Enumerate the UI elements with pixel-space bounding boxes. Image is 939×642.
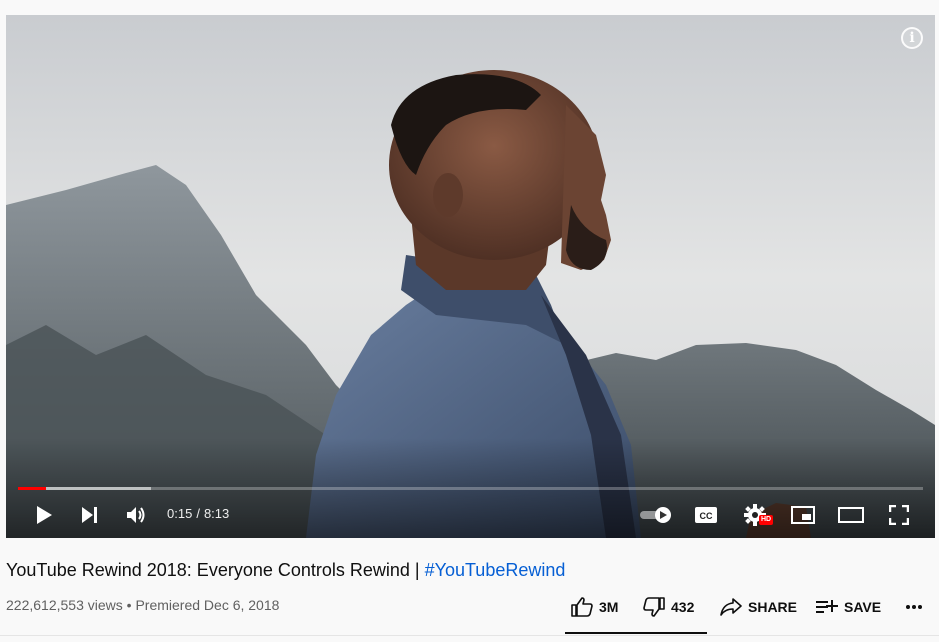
fullscreen-icon (889, 505, 909, 525)
current-time: 0:15 (167, 506, 193, 521)
save-button[interactable]: SAVE (816, 595, 881, 619)
meta-separator: • (126, 597, 132, 613)
video-meta: 222,612,553 views • Premiered Dec 6, 201… (6, 597, 279, 613)
share-button[interactable]: SHARE (720, 595, 797, 619)
thumbs-down-icon (643, 597, 665, 617)
next-icon (82, 507, 97, 523)
hashtag-link[interactable]: #YouTubeRewind (425, 560, 566, 580)
premiere-date: Premiered Dec 6, 2018 (135, 597, 280, 613)
time-separator: / (196, 506, 200, 521)
theater-mode-icon (838, 507, 864, 523)
dislike-count: 432 (671, 599, 695, 615)
sentiment-bar (565, 632, 707, 634)
more-horiz-icon (906, 605, 922, 609)
share-icon (720, 598, 742, 616)
play-icon (37, 506, 52, 524)
volume-icon (127, 507, 145, 523)
divider (0, 635, 939, 636)
play-button[interactable] (30, 500, 58, 530)
volume-button[interactable] (122, 500, 152, 530)
time-display: 0:15 / 8:13 (167, 506, 229, 521)
captions-icon: CC (695, 507, 717, 523)
progress-bar[interactable] (18, 487, 923, 490)
played-bar (18, 487, 47, 490)
captions-button[interactable]: CC (691, 500, 721, 530)
more-actions-button[interactable] (905, 595, 929, 619)
hd-badge: HD (759, 515, 774, 525)
svg-text:CC: CC (700, 511, 713, 521)
next-button[interactable] (76, 500, 104, 530)
dislike-button[interactable]: 432 (643, 595, 694, 619)
video-player[interactable]: i 0:15 / 8:13 CC HD (6, 15, 935, 538)
video-title: YouTube Rewind 2018: Everyone Controls R… (6, 560, 565, 581)
like-count: 3M (599, 599, 619, 615)
info-icon[interactable]: i (901, 27, 923, 49)
autoplay-toggle-icon (640, 507, 671, 523)
duration: 8:13 (203, 506, 230, 521)
miniplayer-icon (791, 506, 815, 524)
theater-mode-button[interactable] (836, 500, 866, 530)
autoplay-toggle[interactable] (638, 500, 674, 530)
like-button[interactable]: 3M (571, 595, 618, 619)
miniplayer-button[interactable] (788, 500, 818, 530)
thumbs-up-icon (571, 597, 593, 617)
video-title-text: YouTube Rewind 2018: Everyone Controls R… (6, 560, 425, 580)
view-count: 222,612,553 views (6, 597, 123, 613)
fullscreen-button[interactable] (884, 500, 914, 530)
save-label: SAVE (844, 599, 882, 615)
share-label: SHARE (748, 599, 798, 615)
save-playlist-icon (816, 600, 838, 613)
